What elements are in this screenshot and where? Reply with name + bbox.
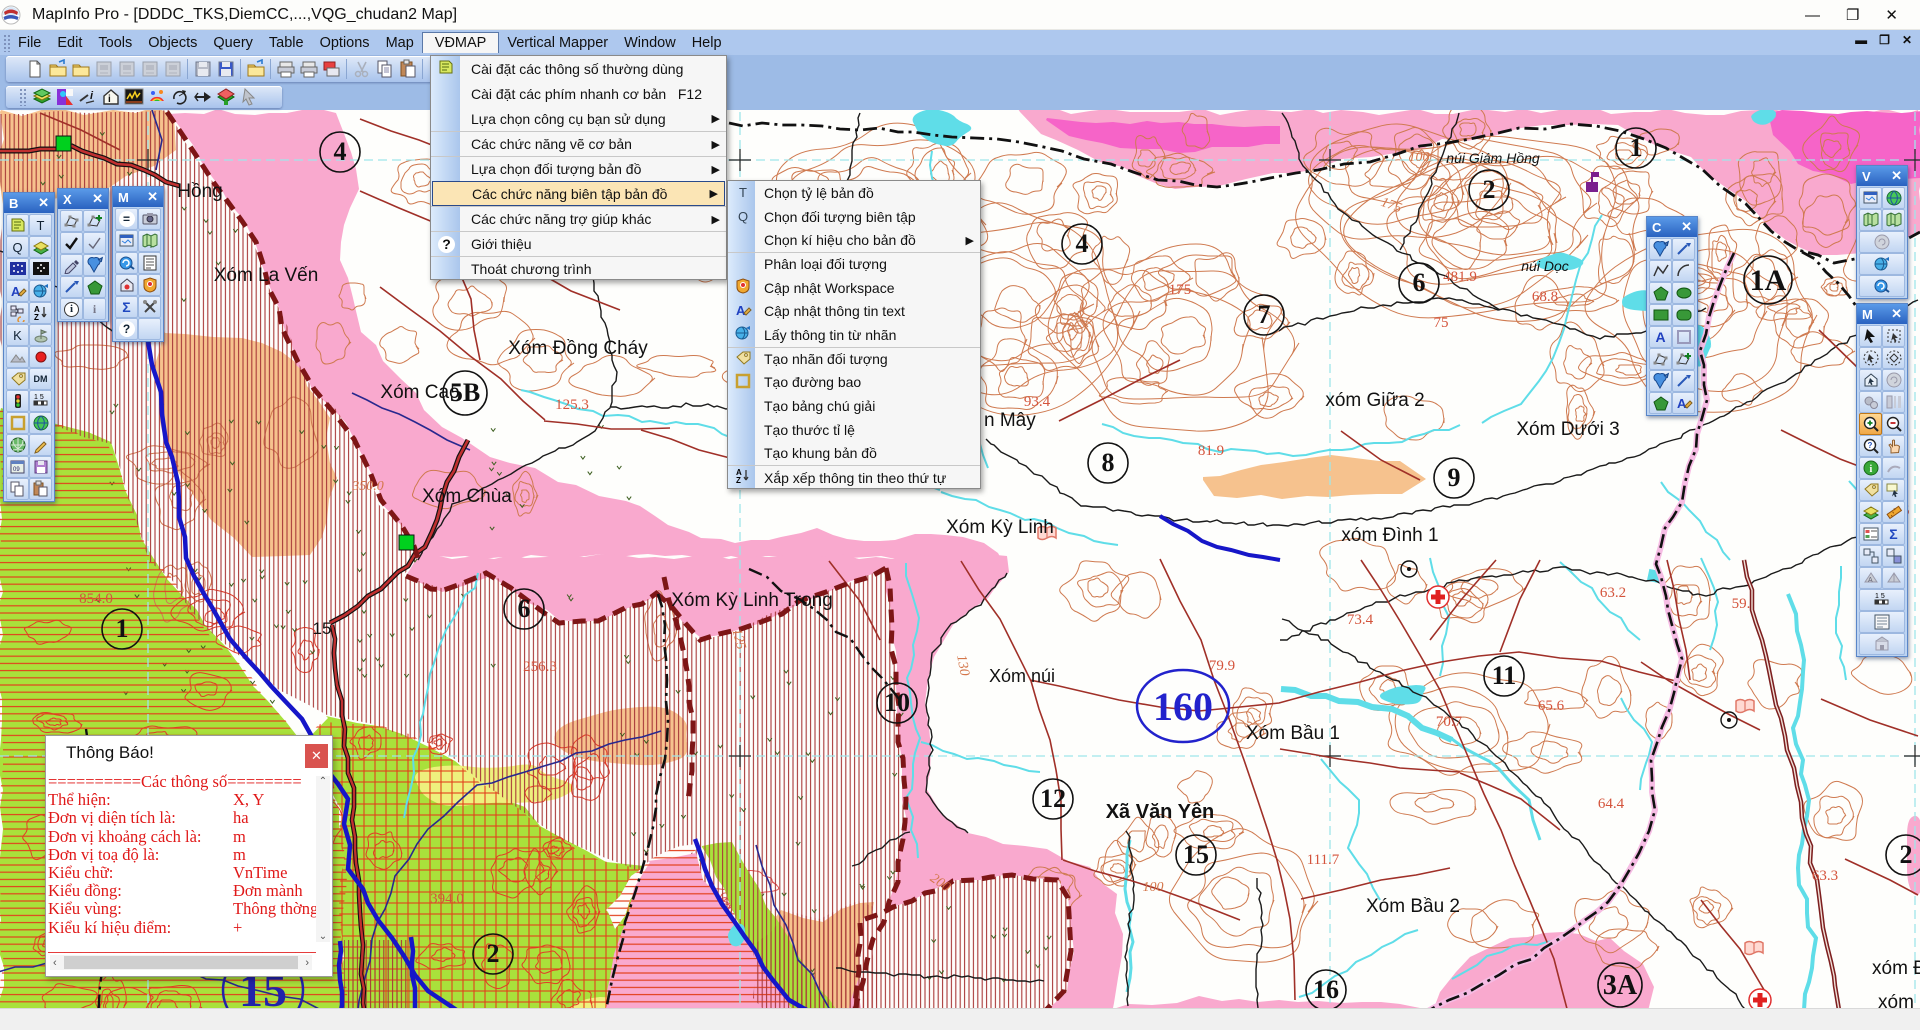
svg-text:350.0: 350.0 bbox=[351, 479, 384, 494]
svg-text:3A: 3A bbox=[1603, 970, 1638, 1001]
svg-text:xóm Đình 1: xóm Đình 1 bbox=[1341, 525, 1438, 546]
svg-text:4: 4 bbox=[1076, 229, 1089, 258]
svg-text:Xóm núi: Xóm núi bbox=[989, 666, 1055, 686]
svg-text:100: 100 bbox=[1143, 880, 1164, 895]
svg-text:4: 4 bbox=[334, 137, 347, 166]
svg-text:1: 1 bbox=[116, 614, 129, 643]
svg-text:8: 8 bbox=[1102, 448, 1115, 477]
svg-text:59.: 59. bbox=[1732, 596, 1751, 612]
svg-text:?: ? bbox=[1867, 441, 1872, 450]
svg-text:854.0: 854.0 bbox=[79, 591, 113, 607]
svg-text:81.9: 81.9 bbox=[1198, 443, 1224, 459]
svg-text:i: i bbox=[1869, 464, 1872, 475]
svg-text:93.4: 93.4 bbox=[1024, 394, 1051, 410]
svg-text:Xóm Chùa: Xóm Chùa bbox=[422, 486, 512, 507]
svg-text:2: 2 bbox=[1483, 175, 1496, 204]
svg-text:2: 2 bbox=[487, 939, 500, 968]
svg-text:7: 7 bbox=[1258, 300, 1271, 329]
svg-text:256.3: 256.3 bbox=[523, 659, 557, 675]
svg-text:64.4: 64.4 bbox=[1598, 796, 1625, 812]
svg-text:175: 175 bbox=[1169, 282, 1192, 298]
svg-text:16: 16 bbox=[1313, 975, 1339, 1004]
svg-text:núi Dọc: núi Dọc bbox=[1521, 258, 1568, 274]
svg-text:15: 15 bbox=[313, 619, 332, 638]
svg-text:Xóm Kỳ Linh Trong: Xóm Kỳ Linh Trong bbox=[671, 590, 833, 611]
svg-text:Xóm La Vến: Xóm La Vến bbox=[214, 265, 319, 286]
svg-text:A: A bbox=[11, 284, 21, 299]
svg-text:65.6: 65.6 bbox=[1538, 698, 1565, 714]
svg-text:63.3: 63.3 bbox=[1812, 868, 1838, 884]
svg-text:xóm Đ: xóm Đ bbox=[1872, 958, 1920, 979]
svg-text:68.8: 68.8 bbox=[1532, 289, 1558, 305]
svg-text:5B: 5B bbox=[450, 378, 480, 407]
svg-text:Xóm Kỳ Linh: Xóm Kỳ Linh bbox=[946, 517, 1054, 538]
svg-text:9: 9 bbox=[1448, 463, 1461, 492]
svg-text:100: 100 bbox=[1409, 150, 1430, 165]
svg-text:1A: 1A bbox=[1750, 264, 1787, 297]
svg-text:Xóm Bầu 1: Xóm Bầu 1 bbox=[1246, 723, 1340, 744]
svg-text:xóm Giữa 2: xóm Giữa 2 bbox=[1325, 390, 1424, 411]
svg-text:1 5: 1 5 bbox=[1875, 593, 1885, 600]
svg-text:6: 6 bbox=[1413, 268, 1426, 297]
svg-text:A: A bbox=[736, 303, 746, 318]
svg-text:A: A bbox=[1868, 577, 1873, 584]
svg-text:1 5: 1 5 bbox=[34, 394, 44, 401]
svg-text:Z: Z bbox=[34, 313, 39, 322]
svg-text:1: 1 bbox=[1630, 133, 1643, 162]
svg-text:160: 160 bbox=[1153, 684, 1213, 729]
svg-text:Xã Văn Yên: Xã Văn Yên bbox=[1106, 801, 1215, 823]
svg-text:Xóm Đồng Cháy: Xóm Đồng Cháy bbox=[508, 338, 648, 359]
svg-text:79.9: 79.9 bbox=[1209, 658, 1235, 674]
svg-text:núi Giám Hồng: núi Giám Hồng bbox=[1446, 150, 1540, 166]
svg-text:2: 2 bbox=[1900, 840, 1913, 869]
svg-text:70.7: 70.7 bbox=[1436, 714, 1463, 730]
svg-text:12: 12 bbox=[1040, 784, 1066, 813]
svg-text:6: 6 bbox=[518, 594, 531, 623]
svg-text:Xóm Bầu 2: Xóm Bầu 2 bbox=[1366, 896, 1460, 917]
svg-text:i: i bbox=[108, 94, 111, 105]
svg-text:11: 11 bbox=[1492, 661, 1517, 690]
svg-text:15: 15 bbox=[1183, 840, 1209, 869]
svg-text:i: i bbox=[90, 90, 94, 102]
svg-text:Hồng: Hồng bbox=[177, 181, 222, 202]
svg-text:09: 09 bbox=[13, 467, 20, 473]
svg-text:10: 10 bbox=[884, 688, 910, 717]
svg-text:394.0: 394.0 bbox=[430, 891, 464, 907]
svg-text:125.3: 125.3 bbox=[555, 397, 589, 413]
svg-text:63.2: 63.2 bbox=[1600, 585, 1626, 601]
svg-text:A: A bbox=[1677, 396, 1687, 411]
svg-text:73.4: 73.4 bbox=[1347, 612, 1374, 628]
svg-text:Xóm Dưới 3: Xóm Dưới 3 bbox=[1516, 419, 1619, 440]
svg-text:n Mây: n Mây bbox=[984, 410, 1036, 431]
svg-text:Xóm Cao: Xóm Cao bbox=[380, 382, 459, 403]
svg-text:Z: Z bbox=[736, 476, 741, 485]
svg-text:75: 75 bbox=[1434, 315, 1449, 331]
svg-text:111.7: 111.7 bbox=[1307, 852, 1340, 868]
svg-text:481.9: 481.9 bbox=[1443, 269, 1477, 285]
